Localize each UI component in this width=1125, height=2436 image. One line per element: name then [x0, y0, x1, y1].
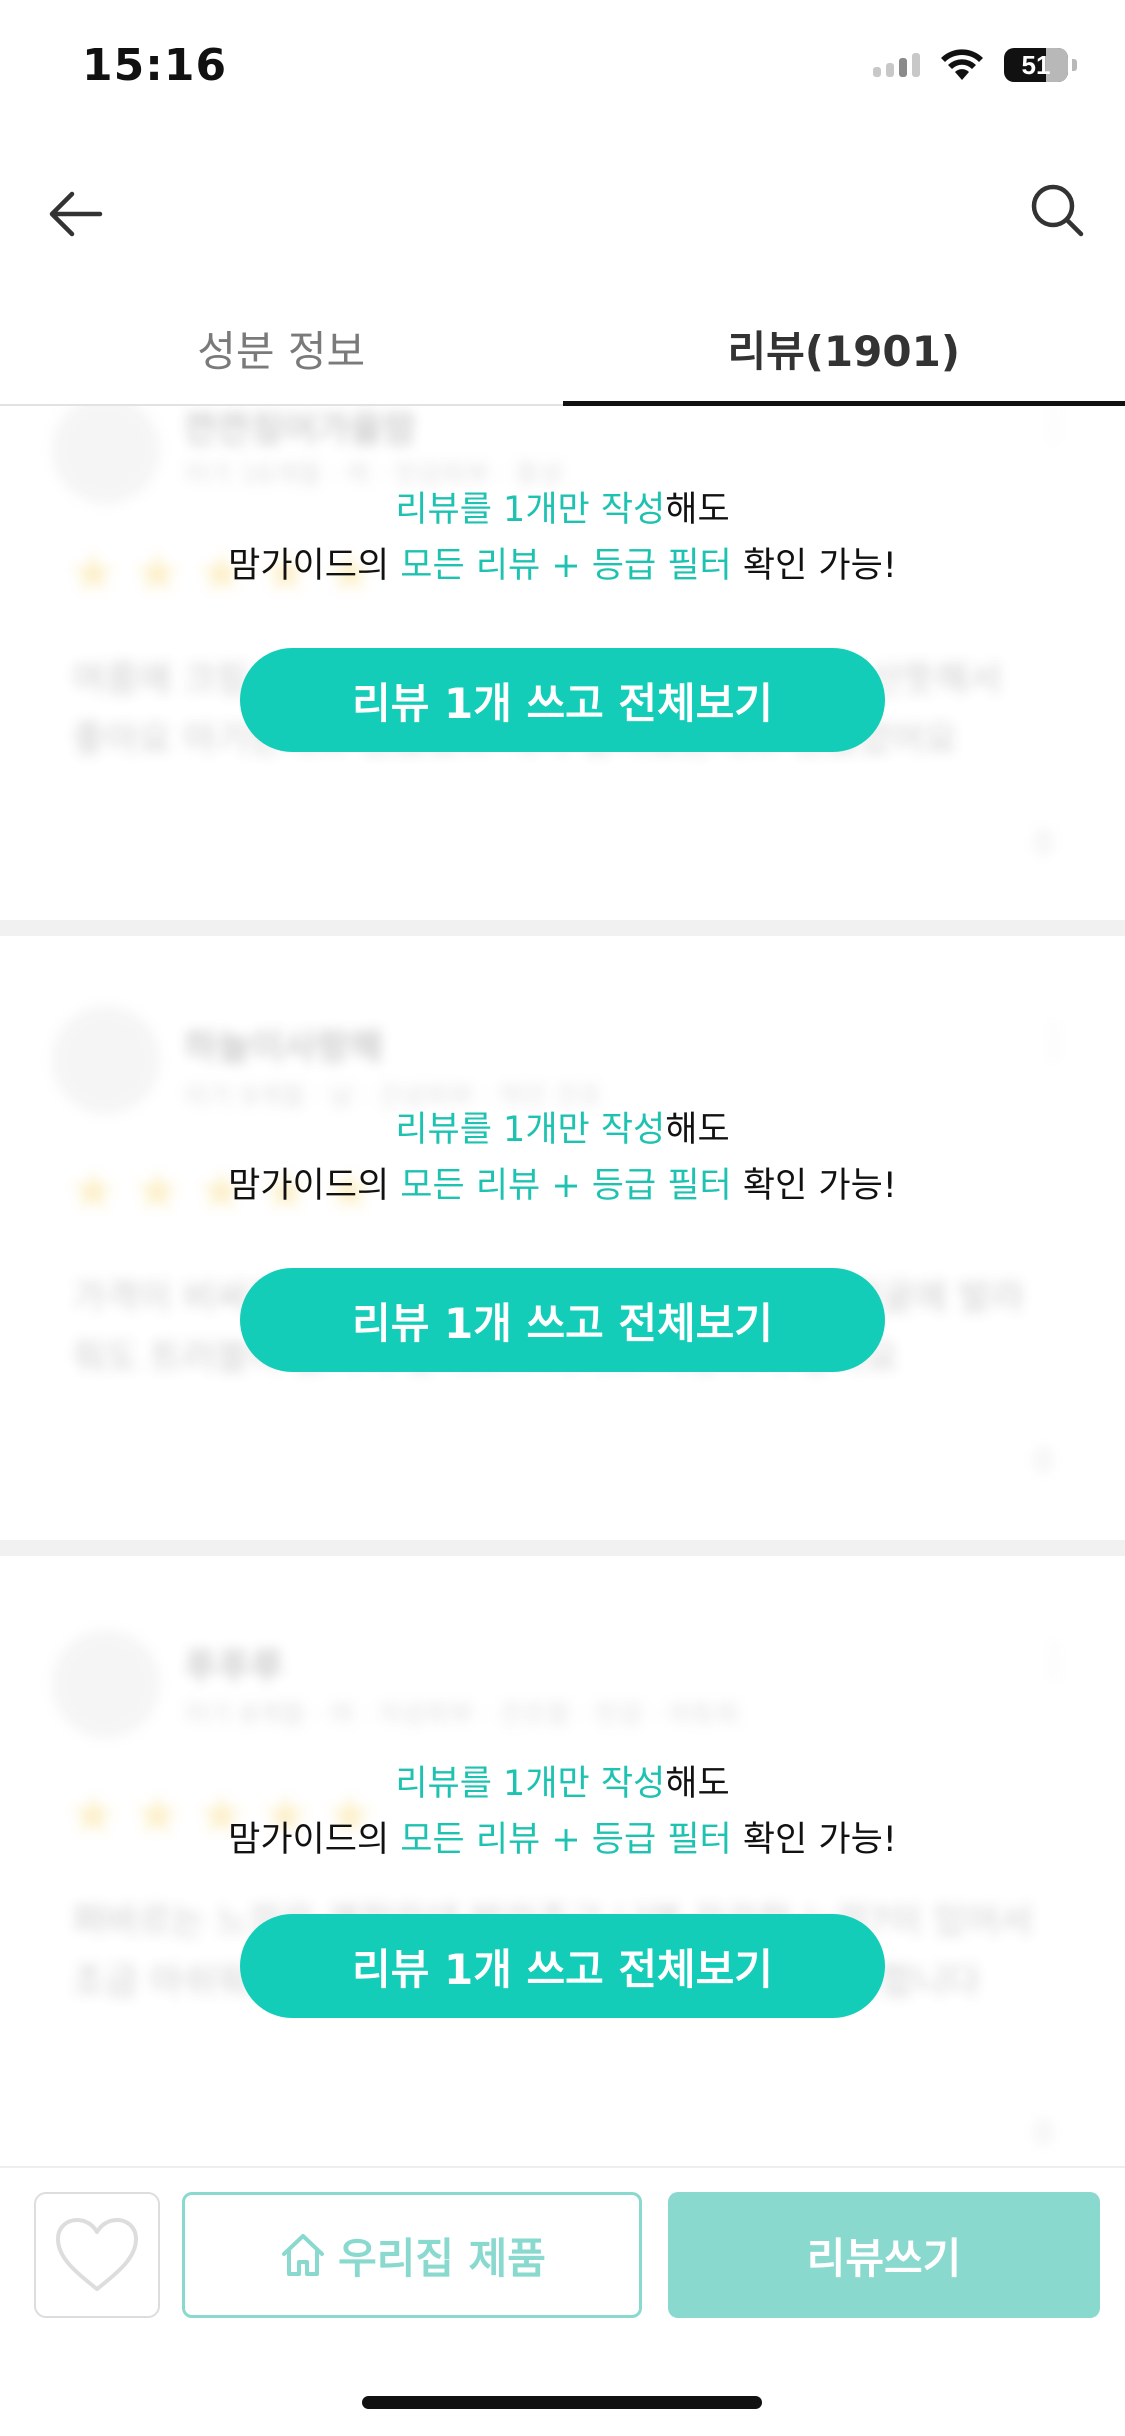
more-options-icon: ⋮ [1035, 406, 1073, 444]
overlay-accent: 리뷰를 1개만 작성 [395, 1764, 666, 1804]
write-review-cta-button[interactable]: 리뷰 1개 쓰고 전체보기 [240, 1268, 885, 1372]
write-review-cta-button[interactable]: 리뷰 1개 쓰고 전체보기 [240, 1914, 885, 2018]
favorite-button[interactable] [34, 2192, 160, 2318]
overlay-accent: 리뷰를 1개만 작성 [395, 1110, 666, 1150]
overlay-text: 해도 [665, 1110, 730, 1150]
cellular-signal-icon [873, 53, 920, 77]
overlay-text: 맘가이드의 [228, 546, 401, 586]
home-button-label: 우리집 제품 [338, 2233, 546, 2283]
home-icon [282, 2234, 325, 2276]
review-lock-overlay: 리뷰를 1개만 작성해도 맘가이드의 모든 리뷰 + 등급 필터 확인 가능! [0, 1756, 1125, 1868]
search-icon[interactable] [1025, 178, 1089, 242]
blurred-review-content: 하늘이사랑해 아기 9개월 · 남 · 건성피부 · 약간 건조 ⋮ ★ ★ ★ ★ ★… [0, 936, 1125, 1540]
overlay-text: 해도 [665, 490, 730, 530]
wifi-icon [941, 49, 983, 80]
overlay-text: 해도 [665, 1764, 730, 1804]
write-review-cta-button[interactable]: 리뷰 1개 쓰고 전체보기 [240, 648, 885, 752]
reviewer-name: 푸푸루 [184, 1647, 284, 1688]
like-count: 0 [1033, 1444, 1053, 1479]
reviewer-name: 하늘이사랑해 [184, 1027, 383, 1068]
overlay-text: 맘가이드의 [228, 1820, 401, 1860]
overlay-accent: 모든 리뷰 + 등급 필터 [400, 1166, 732, 1206]
overlay-text: 맘가이드의 [228, 1166, 401, 1206]
my-home-products-button[interactable]: 우리집 제품 [182, 2192, 642, 2318]
avatar [52, 1630, 160, 1738]
tab-reviews[interactable]: 리뷰(1901) [562, 290, 1125, 406]
overlay-text: 확인 가능! [731, 1820, 897, 1860]
overlay-accent: 모든 리뷰 + 등급 필터 [400, 546, 732, 586]
home-indicator [362, 2396, 762, 2409]
more-options-icon: ⋮ [1035, 1018, 1073, 1062]
overlay-text: 확인 가능! [731, 546, 897, 586]
battery-icon: 51 [1004, 48, 1068, 82]
like-count: 0 [1033, 2116, 1053, 2151]
overlay-accent: 모든 리뷰 + 등급 필터 [400, 1820, 732, 1860]
more-options-icon: ⋮ [1035, 1638, 1073, 1682]
review-card: 하늘이사랑해 아기 9개월 · 남 · 건성피부 · 약간 건조 ⋮ ★ ★ ★ ★ ★… [0, 936, 1125, 1540]
nav-header [0, 160, 1125, 270]
review-lock-overlay: 리뷰를 1개만 작성해도 맘가이드의 모든 리뷰 + 등급 필터 확인 가능! [0, 1102, 1125, 1214]
tab-bar: 성분 정보 리뷰(1901) [0, 290, 1125, 406]
review-card: 깐깐징어가을맘 아기 16개월 · 여 · 민감피부 · 중성 ⋮ ★ ★ ★ ★ ★ … [0, 406, 1125, 920]
status-time: 15:16 [82, 40, 228, 91]
reviewer-name: 깐깐징어가을맘 [184, 409, 416, 450]
overlay-accent: 리뷰를 1개만 작성 [395, 490, 666, 530]
review-card: 푸푸루 아기 8개월 · 여 · 지성피부 · 건조함 · 민감 · 아토피 ⋮… [0, 1556, 1125, 2166]
avatar [52, 1006, 160, 1114]
divider [0, 920, 1125, 936]
heart-icon [56, 2218, 138, 2291]
back-arrow-icon[interactable] [44, 182, 108, 246]
like-count: 0 [1033, 826, 1053, 861]
status-icons: 51 [873, 48, 1077, 82]
review-lock-overlay: 리뷰를 1개만 작성해도 맘가이드의 모든 리뷰 + 등급 필터 확인 가능! [0, 482, 1125, 594]
reviewer-meta: 아기 8개월 · 여 · 지성피부 · 건조함 · 민감 · 아토피 [184, 1700, 740, 1730]
battery-level: 51 [1021, 49, 1051, 80]
overlay-text: 확인 가능! [731, 1166, 897, 1206]
divider [0, 1540, 1125, 1556]
tab-ingredients[interactable]: 성분 정보 [0, 290, 563, 406]
status-bar: 15:16 51 [0, 0, 1125, 140]
write-review-button[interactable]: 리뷰쓰기 [668, 2192, 1100, 2318]
